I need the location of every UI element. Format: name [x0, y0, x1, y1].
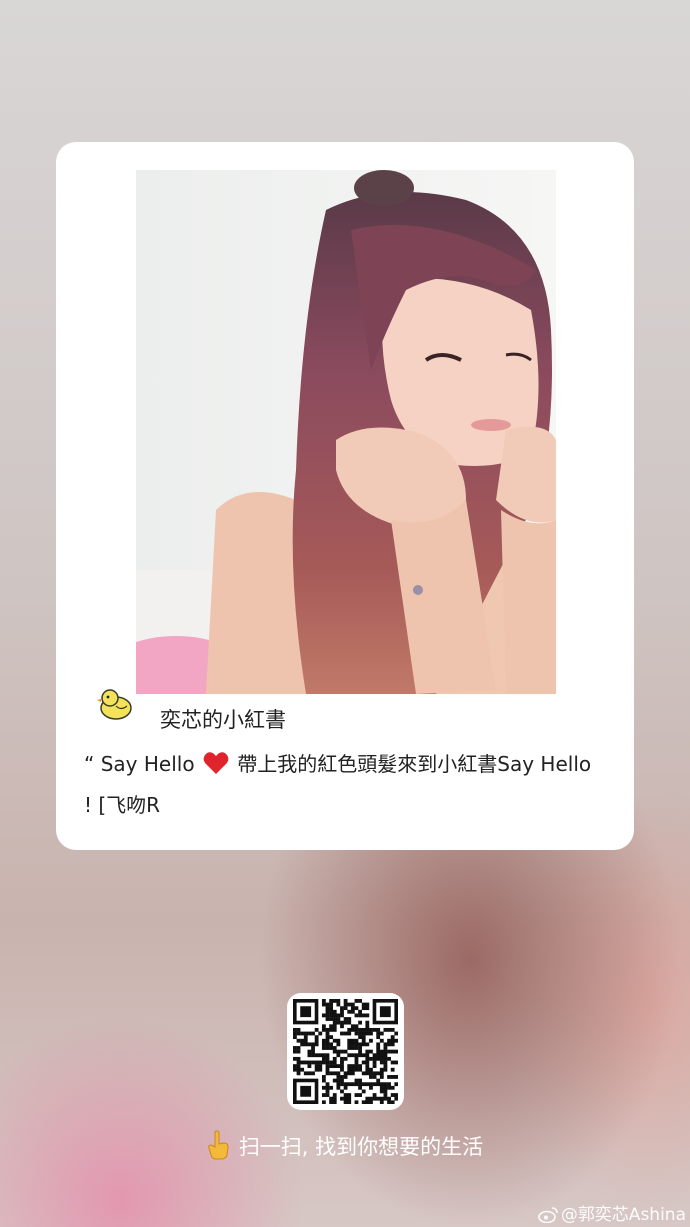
scan-text: 扫一扫, 找到你想要的生活	[238, 1135, 484, 1159]
scan-prompt: 扫一扫, 找到你想要的生活	[0, 1130, 690, 1165]
duck-avatar-icon[interactable]	[96, 686, 134, 724]
note-card[interactable]: 奕芯的小紅書 “ Say Hello 帶上我的紅色頭髮來到小紅書Say Hell…	[56, 142, 634, 850]
note-photo[interactable]	[136, 170, 556, 694]
username[interactable]: 奕芯的小紅書	[160, 704, 286, 734]
weibo-watermark: @郭奕芯Ashina	[538, 1200, 686, 1227]
qr-code[interactable]	[287, 993, 404, 1110]
qr-code-icon	[293, 999, 398, 1104]
pointing-hand-icon	[207, 1130, 229, 1165]
caption-text-start: “ Say Hello	[84, 752, 201, 776]
note-caption: “ Say Hello 帶上我的紅色頭髮來到小紅書Say Hello ! [飞吻…	[84, 746, 604, 824]
heart-icon	[203, 750, 229, 787]
watermark-text: @郭奕芯Ashina	[560, 1205, 686, 1225]
weibo-icon	[538, 1206, 558, 1227]
